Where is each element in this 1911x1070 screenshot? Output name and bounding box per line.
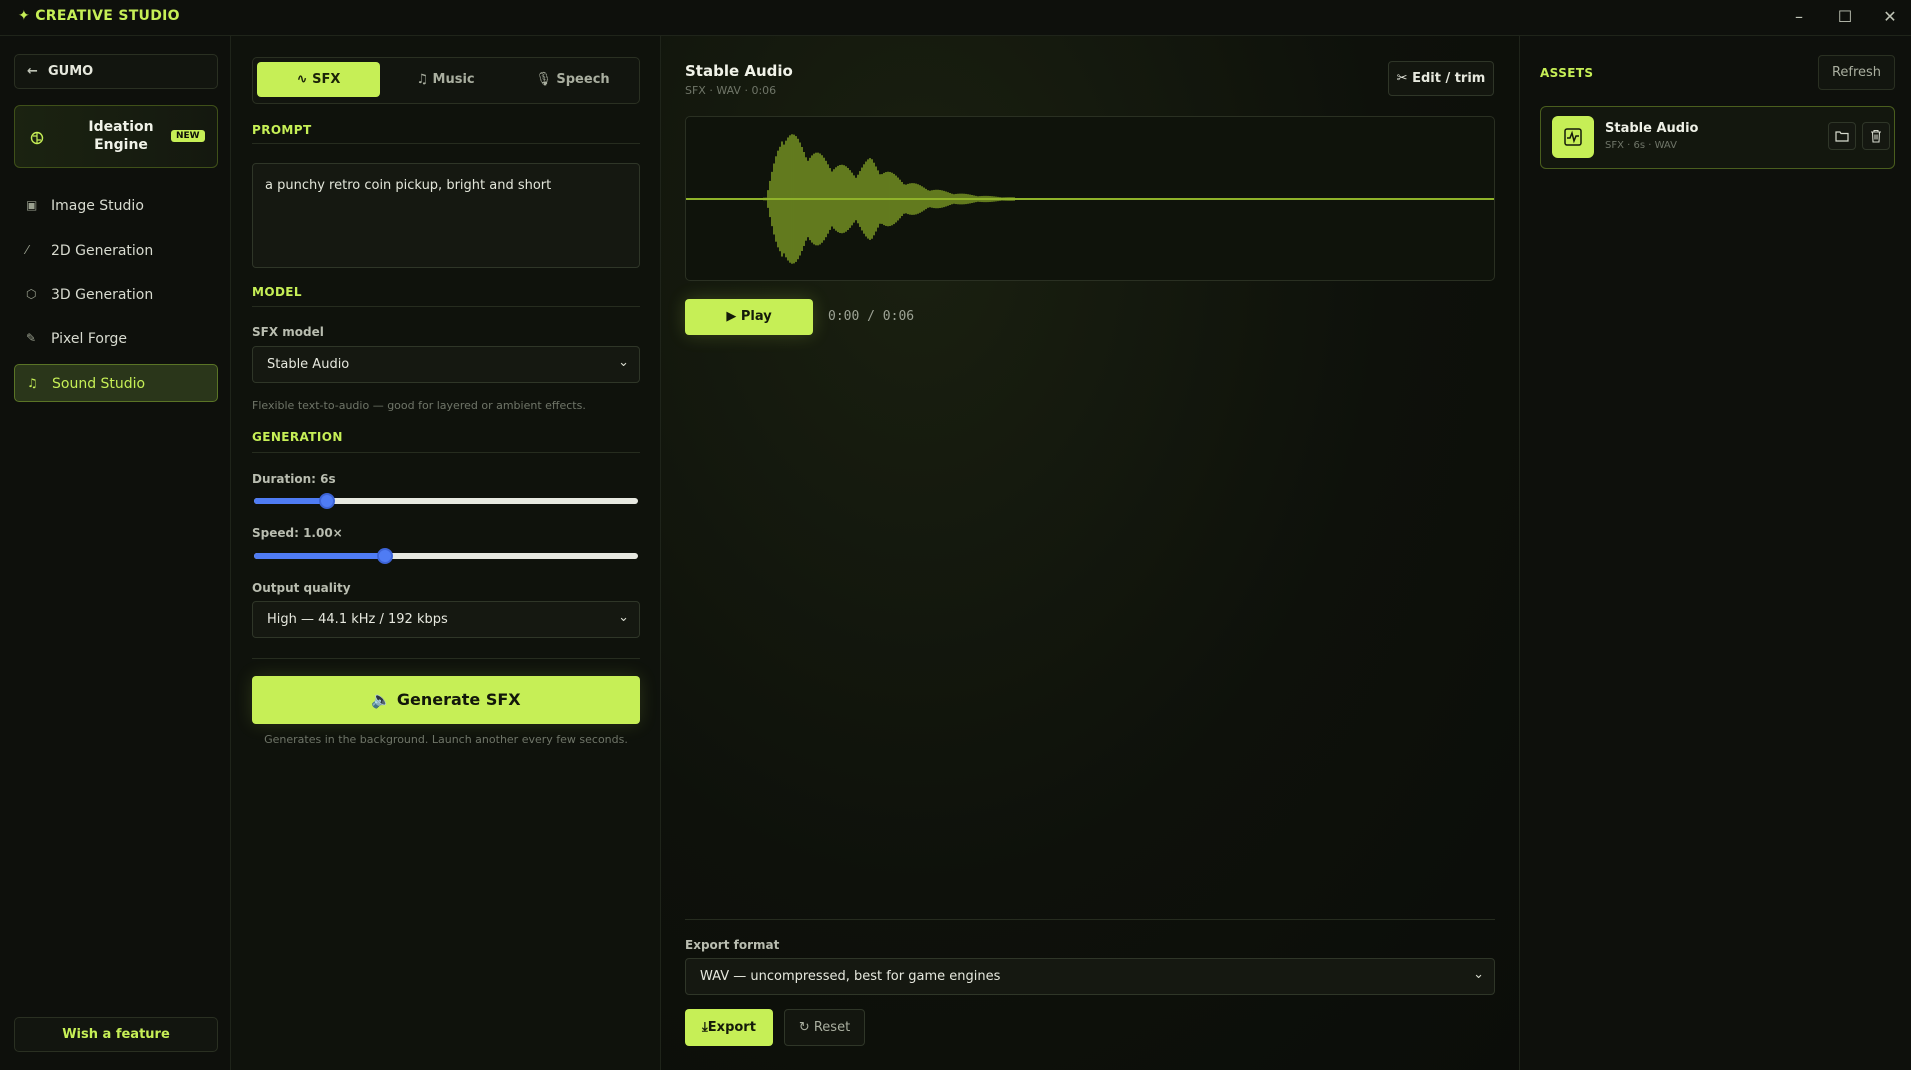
maximize-icon[interactable]: ☐	[1826, 3, 1864, 31]
app-title: ✦ CREATIVE STUDIO	[18, 8, 180, 24]
slider-fill	[254, 498, 327, 504]
duration-slider[interactable]	[254, 493, 638, 509]
ideation-engine-button[interactable]: Ideation Engine NEW	[14, 105, 218, 168]
waveform-icon	[1564, 128, 1582, 146]
model-header: MODEL	[252, 285, 302, 299]
generation-header: GENERATION	[252, 430, 343, 444]
model-hint: Flexible text-to-audio — good for layere…	[252, 399, 586, 412]
folder-icon	[1835, 131, 1849, 142]
ideation-title: Ideation Engine	[88, 119, 154, 153]
assets-title: ASSETS	[1540, 66, 1594, 80]
play-icon: ▶	[726, 309, 737, 324]
brush-icon: ✎	[26, 331, 37, 345]
tab-sfx[interactable]: ∿ SFX	[257, 62, 380, 97]
divider	[252, 452, 640, 453]
speed-slider[interactable]	[254, 548, 638, 564]
divider	[252, 306, 640, 307]
close-icon[interactable]: ✕	[1871, 3, 1909, 31]
open-folder-button[interactable]	[1828, 122, 1856, 150]
divider	[685, 919, 1495, 920]
wish-feature-button[interactable]: Wish a feature	[14, 1017, 218, 1052]
sidebar-item-sound-studio[interactable]: ♫ Sound Studio	[14, 364, 218, 402]
refresh-button[interactable]: Refresh	[1818, 55, 1895, 90]
delete-asset-button[interactable]	[1862, 122, 1890, 150]
tab-speech[interactable]: 🎙 Speech	[511, 62, 634, 97]
speed-label: Speed: 1.00×	[252, 526, 343, 540]
sfx-model-label: SFX model	[252, 325, 324, 339]
prompt-header: PROMPT	[252, 123, 312, 137]
tab-music[interactable]: ♫ Music	[384, 62, 507, 97]
divider	[252, 143, 640, 144]
music-note-icon: ♫	[416, 72, 429, 87]
new-badge: NEW	[171, 130, 205, 142]
slider-thumb[interactable]	[377, 548, 393, 564]
back-button[interactable]: ← GUMO	[14, 54, 218, 89]
wand-icon: ⁄	[26, 243, 29, 257]
slider-track	[254, 498, 638, 504]
sidebar-item-2d-generation[interactable]: ⁄ 2D Generation	[14, 232, 218, 270]
asset-item[interactable]: Stable Audio SFX · 6s · WAV	[1540, 106, 1895, 169]
sidebar-item-pixel-forge[interactable]: ✎ Pixel Forge	[14, 320, 218, 358]
scissors-icon: ✂	[1396, 71, 1408, 86]
quality-label: Output quality	[252, 581, 351, 595]
asset-meta: SFX · 6s · WAV	[1605, 140, 1677, 151]
waveform[interactable]	[685, 116, 1495, 281]
slider-track	[254, 553, 638, 559]
slider-fill	[254, 553, 385, 559]
chevron-down-icon: ⌄	[1473, 967, 1484, 982]
refresh-icon: ↻	[798, 1020, 810, 1035]
trash-icon	[1871, 129, 1881, 143]
brain-icon	[30, 131, 44, 145]
edit-trim-button[interactable]: ✂ Edit / trim	[1388, 61, 1494, 96]
divider	[252, 658, 640, 659]
quality-select[interactable]: High — 44.1 kHz / 192 kbps ⌄	[252, 601, 640, 638]
export-format-label: Export format	[685, 938, 780, 952]
music-note-icon: ♫	[27, 376, 38, 390]
waveform-graphic	[686, 134, 1494, 264]
preview-title: Stable Audio	[685, 62, 793, 80]
chevron-down-icon: ⌄	[618, 610, 629, 625]
sfx-model-select[interactable]: Stable Audio ⌄	[252, 346, 640, 383]
microphone-icon: 🎙	[535, 72, 552, 87]
image-icon: ▣	[26, 198, 38, 212]
asset-thumbnail	[1552, 116, 1594, 158]
duration-label: Duration: 6s	[252, 472, 336, 486]
prompt-input[interactable]: a punchy retro coin pickup, bright and s…	[252, 163, 640, 268]
chevron-down-icon: ⌄	[618, 355, 629, 370]
export-format-select[interactable]: WAV — uncompressed, best for game engine…	[685, 958, 1495, 995]
wave-icon: ∿	[296, 72, 308, 87]
arrow-left-icon: ←	[27, 64, 38, 79]
sidebar-item-3d-generation[interactable]: ⬡ 3D Generation	[14, 276, 218, 314]
minimize-icon[interactable]: –	[1780, 3, 1818, 31]
generate-hint: Generates in the background. Launch anot…	[264, 733, 628, 746]
title-bar	[0, 0, 1911, 36]
reset-button[interactable]: ↻ Reset	[784, 1009, 865, 1046]
asset-name: Stable Audio	[1605, 121, 1699, 136]
assets-panel	[1520, 36, 1911, 1070]
export-button[interactable]: ⤓Export	[685, 1009, 773, 1046]
speaker-icon: 🔈	[371, 690, 392, 709]
sparkle-icon: ✦	[18, 8, 31, 24]
preview-subtitle: SFX · WAV · 0:06	[685, 84, 777, 97]
time-readout: 0:00 / 0:06	[828, 309, 915, 324]
slider-thumb[interactable]	[319, 493, 335, 509]
play-button[interactable]: ▶ Play	[685, 299, 813, 335]
generate-sfx-button[interactable]: 🔈 Generate SFX	[252, 676, 640, 724]
sidebar-item-image-studio[interactable]: ▣ Image Studio	[14, 187, 218, 225]
cube-icon: ⬡	[26, 287, 37, 301]
